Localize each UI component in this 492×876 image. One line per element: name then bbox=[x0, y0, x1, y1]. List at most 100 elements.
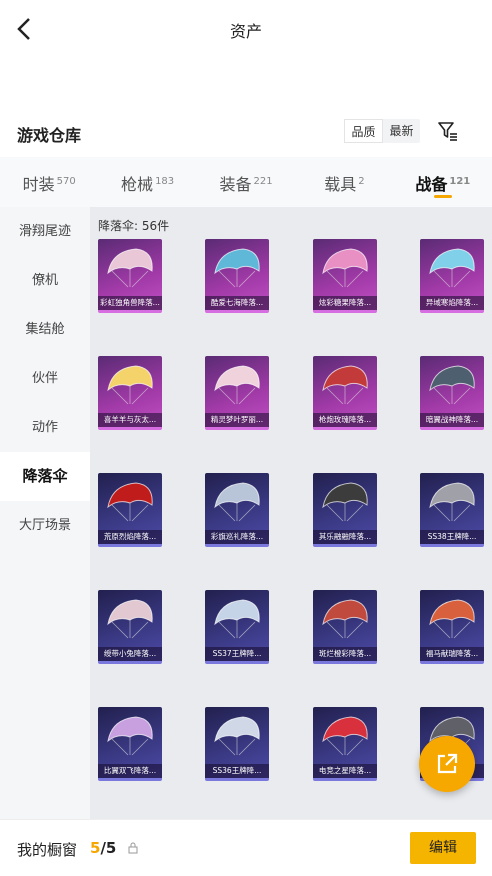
parachute-item-card[interactable]: SS38王牌降... bbox=[420, 473, 484, 547]
category-tabs: 时装 570 枪械 183 装备 221 载具 2 战备 121 bbox=[0, 157, 492, 207]
parachute-icon bbox=[322, 716, 368, 756]
parachute-item-card[interactable]: 比翼双飞降落... bbox=[98, 707, 162, 781]
tab-label: 时装 bbox=[22, 175, 55, 194]
parachute-item-card[interactable]: 其乐融融降落... bbox=[313, 473, 377, 547]
showcase-title: 我的橱窗 bbox=[17, 841, 78, 859]
parachute-icon bbox=[214, 248, 260, 288]
parachute-icon bbox=[107, 599, 153, 639]
parachute-item-card[interactable]: 彩旗巡礼降落... bbox=[205, 473, 269, 547]
parachute-icon bbox=[214, 716, 260, 756]
parachute-item-card[interactable]: 荒原烈焰降落... bbox=[98, 473, 162, 547]
parachute-item-card[interactable]: 斑烂橙彩降落... bbox=[313, 590, 377, 664]
item-count-label: 降落伞: 56件 bbox=[98, 219, 170, 233]
parachute-item-card[interactable]: 绶带小兔降落... bbox=[98, 590, 162, 664]
parachute-item-card[interactable]: 枪炮玫瑰降落... bbox=[313, 356, 377, 430]
item-name: 酷爱七海降落... bbox=[205, 296, 269, 310]
parachute-item-card[interactable]: 福马献瑞降落... bbox=[420, 590, 484, 664]
parachute-item-card[interactable]: SS36王牌降... bbox=[205, 707, 269, 781]
parachute-icon bbox=[429, 248, 475, 288]
parachute-icon bbox=[214, 599, 260, 639]
item-name: SS36王牌降... bbox=[205, 764, 269, 778]
item-name: 彩旗巡礼降落... bbox=[205, 530, 269, 544]
sidebar-item-wingman[interactable]: 僚机 bbox=[0, 256, 90, 305]
warehouse-header: 游戏仓库 品质 最新 bbox=[0, 118, 492, 148]
tab-fashion[interactable]: 时装 570 bbox=[0, 157, 98, 207]
tab-label: 枪械 bbox=[121, 175, 154, 194]
tab-count: 221 bbox=[253, 176, 273, 187]
tab-weapons[interactable]: 枪械 183 bbox=[98, 157, 196, 207]
parachute-item-card[interactable]: 喜羊羊与灰太... bbox=[98, 356, 162, 430]
share-external-icon bbox=[437, 753, 458, 774]
sort-newest-button[interactable]: 最新 bbox=[383, 119, 420, 143]
tab-label: 载具 bbox=[324, 175, 357, 194]
lock-icon bbox=[128, 842, 138, 854]
tab-combat-gear[interactable]: 战备 121 bbox=[394, 157, 492, 207]
tab-count: 183 bbox=[155, 176, 175, 187]
tab-count: 2 bbox=[358, 176, 365, 187]
parachute-icon bbox=[107, 482, 153, 522]
parachute-item-card[interactable]: 酷爱七海降落... bbox=[205, 239, 269, 313]
item-name: 电竞之星降落... bbox=[313, 764, 377, 778]
showcase-count: 5/5 bbox=[90, 839, 116, 857]
parachute-item-card[interactable]: 暗翼战神降落... bbox=[420, 356, 484, 430]
showcase-count-total: /5 bbox=[100, 839, 117, 857]
item-name: 喜羊羊与灰太... bbox=[98, 413, 162, 427]
sidebar-item-emote[interactable]: 动作 bbox=[0, 403, 90, 452]
item-name: 绶带小兔降落... bbox=[98, 647, 162, 661]
sidebar-item-lobby-scene[interactable]: 大厅场景 bbox=[0, 501, 90, 550]
top-bar: 资产 bbox=[0, 0, 492, 58]
item-name: 暗翼战神降落... bbox=[420, 413, 484, 427]
sidebar-item-glide-trail[interactable]: 滑翔尾迹 bbox=[0, 207, 90, 256]
parachute-icon bbox=[322, 365, 368, 405]
showcase-bar: 我的橱窗 5/5 编辑 bbox=[0, 819, 492, 876]
tab-vehicles[interactable]: 载具 2 bbox=[295, 157, 393, 207]
parachute-icon bbox=[107, 365, 153, 405]
edit-button[interactable]: 编辑 bbox=[410, 832, 476, 864]
item-name: SS37王牌降... bbox=[205, 647, 269, 661]
parachute-item-card[interactable]: 精灵梦叶罗丽... bbox=[205, 356, 269, 430]
filter-icon[interactable] bbox=[437, 120, 459, 142]
item-name: 彩虹独角兽降落... bbox=[98, 296, 162, 310]
sidebar-item-parachute[interactable]: 降落伞 bbox=[0, 452, 90, 501]
tab-count: 570 bbox=[56, 176, 76, 187]
item-name: 枪炮玫瑰降落... bbox=[313, 413, 377, 427]
warehouse-title: 游戏仓库 bbox=[17, 126, 82, 145]
parachute-icon bbox=[107, 248, 153, 288]
item-name: 斑烂橙彩降落... bbox=[313, 647, 377, 661]
item-name: 炫彩糖果降落... bbox=[313, 296, 377, 310]
share-button[interactable] bbox=[419, 736, 475, 792]
parachute-icon bbox=[322, 248, 368, 288]
parachute-item-card[interactable]: 异域寒焰降落... bbox=[420, 239, 484, 313]
item-name: SS38王牌降... bbox=[420, 530, 484, 544]
parachute-icon bbox=[214, 482, 260, 522]
parachute-item-card[interactable]: 炫彩糖果降落... bbox=[313, 239, 377, 313]
item-name: 异域寒焰降落... bbox=[420, 296, 484, 310]
item-panel: 降落伞: 56件 彩虹独角兽降落... 酷爱七海降落... 炫彩糖果降落... 异域寒… bbox=[90, 207, 492, 819]
parachute-icon bbox=[429, 482, 475, 522]
tab-label: 装备 bbox=[219, 175, 252, 194]
parachute-icon bbox=[429, 599, 475, 639]
sidebar-item-companion[interactable]: 伙伴 bbox=[0, 354, 90, 403]
active-tab-indicator bbox=[433, 195, 452, 198]
parachute-icon bbox=[107, 716, 153, 756]
parachute-icon bbox=[322, 599, 368, 639]
showcase-count-current: 5 bbox=[90, 839, 101, 857]
parachute-item-card[interactable]: SS37王牌降... bbox=[205, 590, 269, 664]
item-name: 比翼双飞降落... bbox=[98, 764, 162, 778]
parachute-icon bbox=[322, 482, 368, 522]
tab-count: 121 bbox=[449, 176, 471, 187]
parachute-item-card[interactable]: 彩虹独角兽降落... bbox=[98, 239, 162, 313]
sort-quality-button[interactable]: 品质 bbox=[344, 119, 383, 143]
parachute-icon bbox=[214, 365, 260, 405]
item-name: 荒原烈焰降落... bbox=[98, 530, 162, 544]
sidebar-item-assembly-pod[interactable]: 集结舱 bbox=[0, 305, 90, 354]
sort-toggle: 品质 最新 bbox=[344, 119, 420, 143]
parachute-item-card[interactable]: 电竞之星降落... bbox=[313, 707, 377, 781]
item-name: 其乐融融降落... bbox=[313, 530, 377, 544]
tab-equipment[interactable]: 装备 221 bbox=[197, 157, 295, 207]
parachute-icon bbox=[429, 365, 475, 405]
page-title: 资产 bbox=[229, 22, 262, 41]
sidebar: 滑翔尾迹 僚机 集结舱 伙伴 动作 降落伞 大厅场景 bbox=[0, 207, 90, 819]
item-name: 精灵梦叶罗丽... bbox=[205, 413, 269, 427]
item-name: 福马献瑞降落... bbox=[420, 647, 484, 661]
